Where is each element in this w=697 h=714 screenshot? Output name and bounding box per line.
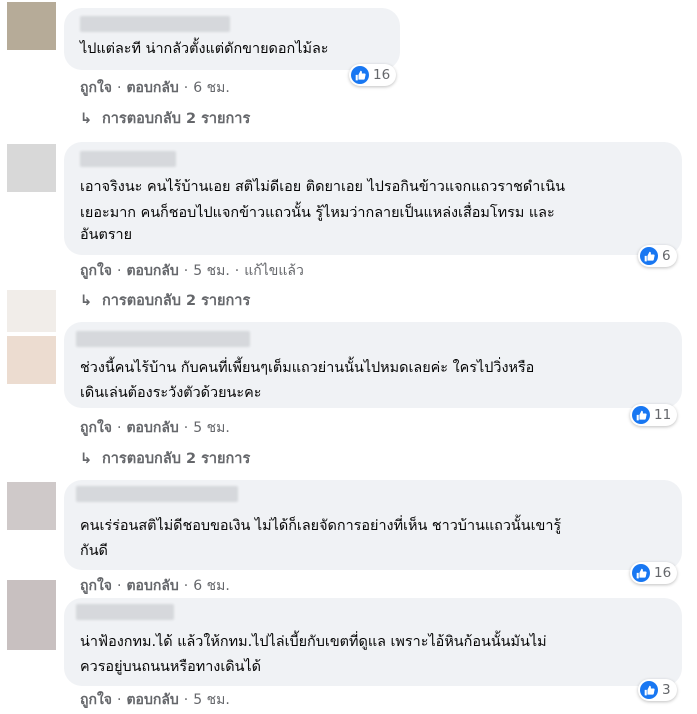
comment-actions: ถูกใจ · ตอบกลับ · 5 ชม. <box>80 692 230 708</box>
comment-bubble: ช่วงนี้คนไร้บ้าน กับคนที่เพี้ยนๆเต็มแถวย… <box>64 322 682 408</box>
reaction-count-badge[interactable]: 11 <box>630 404 678 426</box>
view-replies-link[interactable]: ↳ การตอบกลับ 2 รายการ <box>80 447 250 470</box>
comment-text: กันดี <box>80 543 108 559</box>
reaction-count: 3 <box>662 682 671 698</box>
view-replies-label: การตอบกลับ 2 รายการ <box>102 293 251 309</box>
reply-arrow-icon: ↳ <box>80 111 93 127</box>
edited-label: แก้ไขแล้ว <box>244 263 304 279</box>
like-thumb-icon <box>632 406 650 424</box>
reaction-count: 6 <box>662 248 671 264</box>
like-button[interactable]: ถูกใจ <box>80 263 112 279</box>
comment-timestamp[interactable]: 5 ชม. <box>193 420 230 436</box>
avatar[interactable] <box>7 336 56 384</box>
avatar[interactable] <box>7 2 56 50</box>
like-thumb-icon <box>640 681 658 699</box>
comment-text: น่าฟ้องกทม.ได้ แล้วให้กทม.ไปไล่เบี้ยกับเ… <box>80 634 547 650</box>
reaction-count: 11 <box>654 407 672 423</box>
comment-timestamp[interactable]: 5 ชม. <box>193 263 230 279</box>
reaction-count-badge[interactable]: 16 <box>630 562 678 584</box>
view-replies-link[interactable]: ↳ การตอบกลับ 2 รายการ <box>80 289 250 312</box>
comment-author-blurred[interactable] <box>80 151 176 167</box>
comment-actions: ถูกใจ · ตอบกลับ · 6 ชม. <box>80 578 230 594</box>
comment-author-blurred[interactable] <box>76 486 238 502</box>
reply-button[interactable]: ตอบกลับ <box>126 692 178 708</box>
like-button[interactable]: ถูกใจ <box>80 420 112 436</box>
avatar[interactable] <box>7 290 56 332</box>
view-replies-label: การตอบกลับ 2 รายการ <box>102 451 251 467</box>
comment-timestamp[interactable]: 6 ชม. <box>193 578 230 594</box>
like-button[interactable]: ถูกใจ <box>80 80 112 96</box>
comment-text: ควรอยู่บนถนนหรือทางเดินได้ <box>80 659 262 675</box>
reply-button[interactable]: ตอบกลับ <box>126 263 178 279</box>
reply-button[interactable]: ตอบกลับ <box>126 420 178 436</box>
avatar[interactable] <box>7 144 56 192</box>
comment-actions: ถูกใจ · ตอบกลับ · 5 ชม. <box>80 420 230 436</box>
comment-timestamp[interactable]: 6 ชม. <box>193 80 230 96</box>
reaction-count: 16 <box>654 565 672 581</box>
reaction-count: 16 <box>373 67 391 83</box>
comment-bubble: คนเร่ร่อนสติไม่ดีชอบขอเงิน ไม่ได้ก็เลยจั… <box>64 480 682 570</box>
comment-text: ช่วงนี้คนไร้บ้าน กับคนที่เพี้ยนๆเต็มแถวย… <box>80 360 535 376</box>
comment-bubble: เอาจริงนะ คนไร้บ้านเอย สติไม่ดีเอย ติดยา… <box>64 142 682 255</box>
avatar[interactable] <box>7 580 56 650</box>
comment-timestamp[interactable]: 5 ชม. <box>193 692 230 708</box>
like-button[interactable]: ถูกใจ <box>80 692 112 708</box>
reaction-count-badge[interactable]: 3 <box>638 679 677 701</box>
reaction-count-badge[interactable]: 16 <box>349 64 397 86</box>
reply-button[interactable]: ตอบกลับ <box>126 578 178 594</box>
comment-actions: ถูกใจ · ตอบกลับ · 5 ชม. · แก้ไขแล้ว <box>80 263 304 279</box>
reply-arrow-icon: ↳ <box>80 293 93 309</box>
comment-text: เยอะมาก คนก็ชอบไปแจกข้าวแถวนั้น รู้ไหมว่… <box>80 205 555 221</box>
comment-text: ไปแต่ละที น่ากลัวตั้งแต่ดักขายดอกไม้ละ <box>80 41 329 57</box>
like-button[interactable]: ถูกใจ <box>80 578 112 594</box>
comment-text: เดินเล่นต้องระวังตัวด้วยนะคะ <box>80 385 262 401</box>
like-thumb-icon <box>351 66 369 84</box>
comment-bubble: น่าฟ้องกทม.ได้ แล้วให้กทม.ไปไล่เบี้ยกับเ… <box>64 598 682 686</box>
comment-text: เอาจริงนะ คนไร้บ้านเอย สติไม่ดีเอย ติดยา… <box>80 179 565 195</box>
comment-actions: ถูกใจ · ตอบกลับ · 6 ชม. <box>80 80 230 96</box>
comment-text: อันตราย <box>80 227 133 243</box>
reply-arrow-icon: ↳ <box>80 451 93 467</box>
like-thumb-icon <box>632 564 650 582</box>
like-thumb-icon <box>640 247 658 265</box>
avatar[interactable] <box>7 482 56 530</box>
view-replies-link[interactable]: ↳ การตอบกลับ 2 รายการ <box>80 107 250 130</box>
reply-button[interactable]: ตอบกลับ <box>126 80 178 96</box>
comment-author-blurred[interactable] <box>76 331 250 347</box>
comment-author-blurred[interactable] <box>80 16 230 32</box>
comment-text: คนเร่ร่อนสติไม่ดีชอบขอเงิน ไม่ได้ก็เลยจั… <box>80 518 562 534</box>
comment-bubble: ไปแต่ละที น่ากลัวตั้งแต่ดักขายดอกไม้ละ <box>64 8 400 70</box>
comment-author-blurred[interactable] <box>76 604 174 620</box>
reaction-count-badge[interactable]: 6 <box>638 245 677 267</box>
view-replies-label: การตอบกลับ 2 รายการ <box>102 111 251 127</box>
